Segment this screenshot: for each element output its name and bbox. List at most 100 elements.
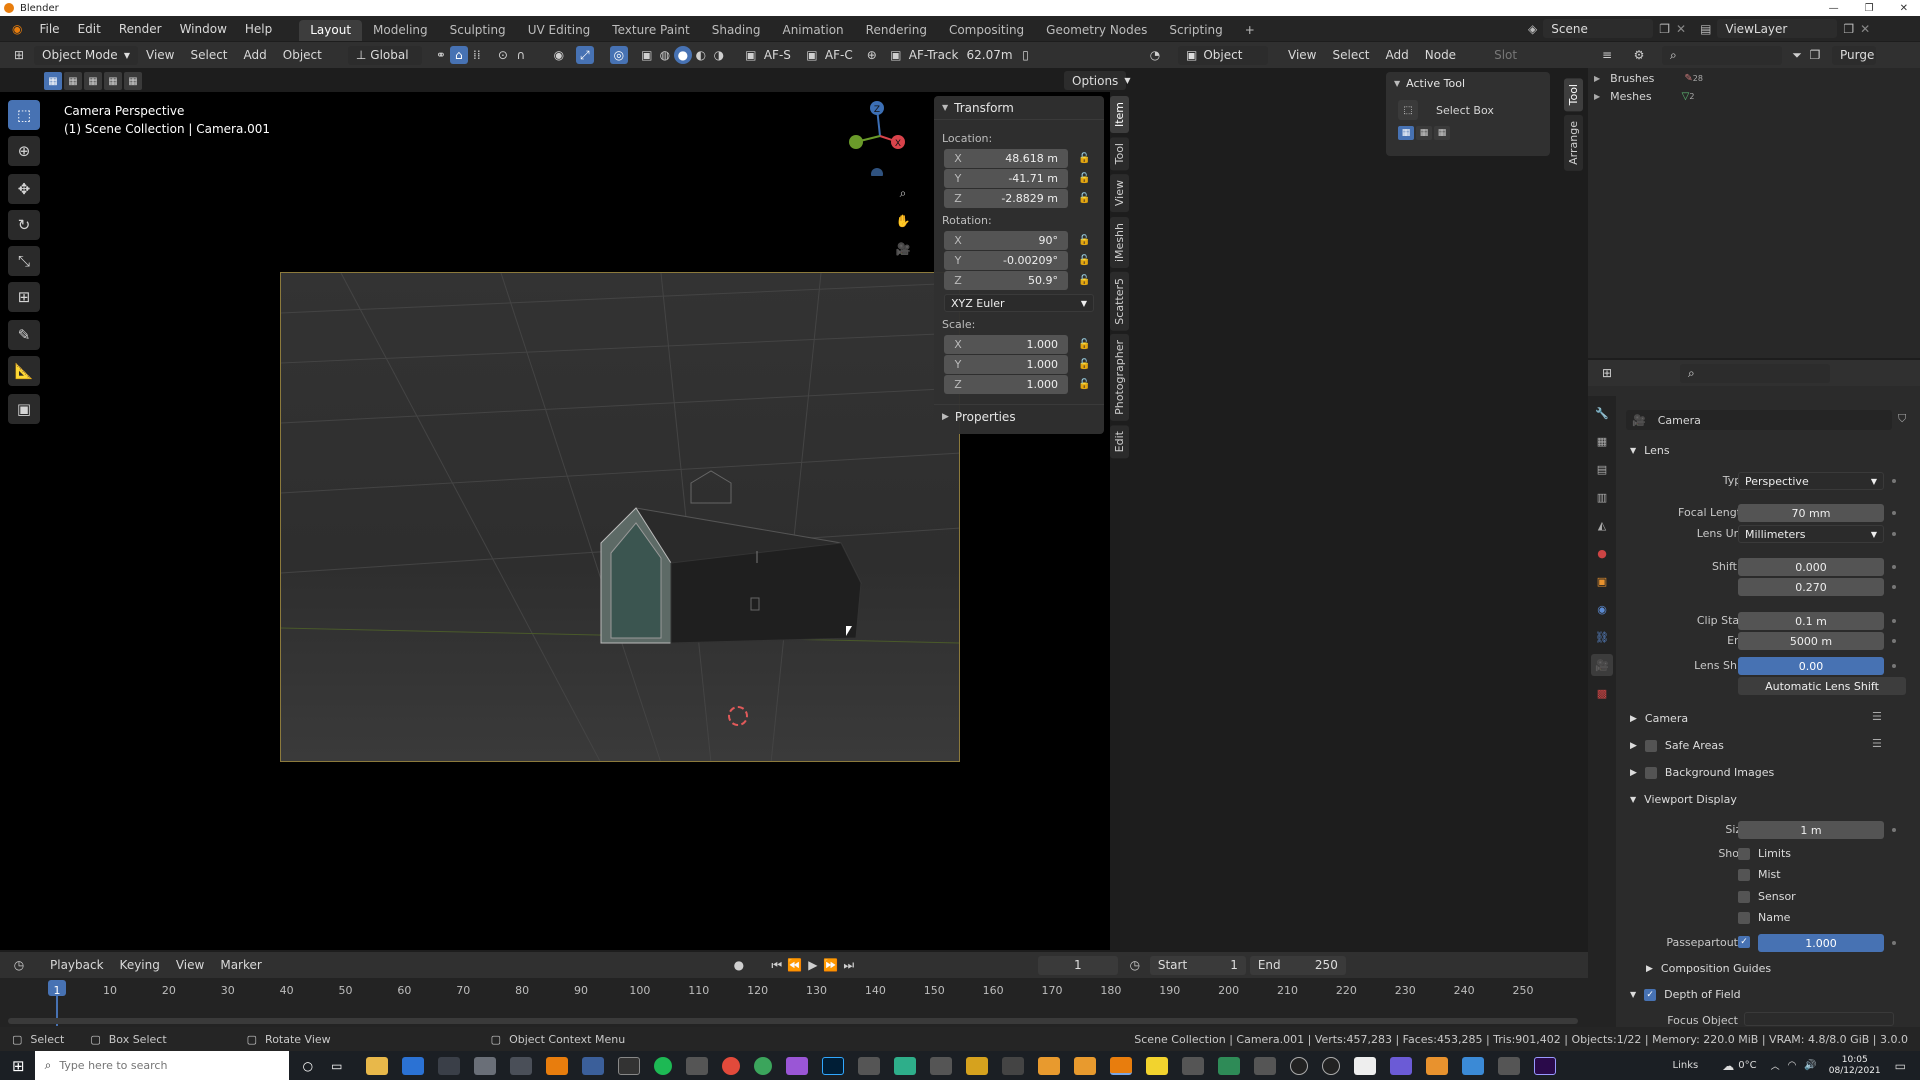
navigation-gizmo[interactable]: Z X [840,96,920,180]
scale-tool-icon[interactable]: ⤡ [8,246,40,276]
cortana-icon[interactable]: ○ [303,1059,313,1073]
select-subtract-icon[interactable]: ▦ [1434,126,1450,140]
display-mode-icon[interactable]: ⚙ [1630,46,1648,64]
tab-animation[interactable]: Animation [771,20,854,41]
timeline-scrollbar[interactable] [8,1018,1578,1024]
unreal-icon[interactable] [1290,1056,1309,1075]
zoom-icon[interactable]: ⌕ [894,184,912,202]
show-name-option[interactable]: Name [1738,911,1790,924]
select-extend-icon[interactable]: ▦ [1416,126,1432,140]
visibility-icon[interactable]: ◉ [550,46,568,64]
lens-section-header[interactable]: ▼ Lens [1630,444,1670,457]
transform-orientation-dropdown[interactable]: ⊥ Global [347,45,422,65]
solid-shading-icon[interactable]: ● [673,46,692,64]
new-view-layer-icon[interactable]: ❐ [1843,22,1854,36]
select-intersect-icon[interactable]: ▦ [124,72,142,90]
blender-taskbar-icon[interactable] [1110,1056,1133,1075]
links-toolbar[interactable]: Links [1673,1060,1699,1071]
timeline[interactable]: ◷ Playback Keying View Marker ● ⏮ ⏪ ▶ ⏩ … [0,952,1588,1027]
add-workspace-button[interactable]: + [1234,20,1266,41]
tab-geometry-nodes[interactable]: Geometry Nodes [1035,20,1158,41]
lock-icon[interactable]: 🔓 [1078,235,1090,247]
app-icon[interactable] [1218,1056,1241,1075]
app-icon[interactable] [1002,1056,1025,1075]
spotify-icon[interactable] [654,1056,673,1075]
sidebar-tab-item[interactable]: Item [1110,96,1129,134]
physics-properties-icon[interactable]: ◉ [1591,598,1613,620]
app-icon[interactable] [858,1056,881,1075]
viewport-menu-view[interactable]: View [138,48,182,62]
outliner[interactable]: ▶ Brushes ✎ 28 ▶ Meshes ▽ 2 [1588,68,1920,358]
outliner-item-meshes[interactable]: ▶ Meshes ▽ 2 [1594,90,1694,103]
camera-data-properties-icon[interactable]: 🎥 [1591,654,1613,676]
lock-icon[interactable]: 🔓 [1078,379,1090,391]
scale-z-field[interactable]: Z 1.000 [944,375,1068,394]
clock[interactable]: 10:05 08/12/2021 [1829,1055,1881,1077]
xray-icon[interactable]: ▣ [638,46,656,64]
passepartout-checkbox[interactable]: ✓ [1738,936,1750,948]
clip-end-field[interactable]: 5000 m [1738,632,1884,650]
rotation-mode-dropdown[interactable]: XYZ Euler ▼ [944,294,1094,312]
node-menu-select[interactable]: Select [1324,48,1377,62]
sidebar-toggle-icon[interactable]: ▯ [1017,46,1035,64]
lock-icon[interactable]: 🔓 [1078,275,1090,287]
rotation-z-field[interactable]: Z 50.9° [944,271,1068,290]
proportional-edit-icon[interactable]: ⊙ [494,46,512,64]
focal-length-field[interactable]: 70 mm [1738,504,1884,522]
editor-type-icon[interactable]: ⊞ [10,46,28,64]
sidebar-tab-view[interactable]: View [1110,174,1129,213]
rotation-x-field[interactable]: X 90° [944,231,1068,250]
file-explorer-icon[interactable] [366,1056,389,1075]
app-icon[interactable] [582,1056,605,1075]
limits-checkbox[interactable] [1738,847,1750,860]
viewport-menu-add[interactable]: Add [236,48,275,62]
shift-y-field[interactable]: 0.270 [1738,578,1884,596]
show-limits-option[interactable]: Limits [1738,847,1791,860]
app-icon[interactable] [894,1056,917,1075]
tab-texture-paint[interactable]: Texture Paint [601,20,700,41]
app-icon[interactable] [1426,1056,1449,1075]
maximize-icon[interactable]: ❐ [1865,3,1874,14]
camera-view-icon[interactable]: 🎥 [894,240,912,258]
output-properties-icon[interactable]: ▤ [1591,458,1613,480]
sidebar-tab-tool[interactable]: Tool [1110,137,1129,171]
rotation-y-field[interactable]: Y -0.00209° [944,251,1068,270]
cursor-tool-icon[interactable]: ⊕ [8,136,40,166]
keyframe-dot[interactable] [1892,941,1896,945]
focus-object-field[interactable] [1744,1012,1894,1026]
location-x-field[interactable]: X 48.618 m [944,149,1068,168]
shift-x-field[interactable]: 0.000 [1738,558,1884,576]
falloff-icon[interactable]: ∩ [512,46,530,64]
snap-icon[interactable]: ⌂ [449,46,468,64]
taskbar-search-input[interactable] [59,1059,260,1072]
app-icon[interactable] [1074,1056,1097,1075]
chevron-down-icon[interactable]: ▼ [1394,79,1400,88]
options-dropdown[interactable]: Options ▼ [1064,71,1130,90]
af-track-button[interactable]: AF-Track [905,48,963,62]
editor-type-icon[interactable]: ◔ [1146,46,1164,64]
node-object-dropdown[interactable]: ▣ Object [1178,45,1268,65]
render-properties-icon[interactable]: ▦ [1591,430,1613,452]
sidebar-tab-scatter5[interactable]: Scatter5 [1110,271,1129,331]
view-layer-properties-icon[interactable]: ▥ [1591,486,1613,508]
close-icon[interactable]: ✕ [1900,3,1908,14]
fake-user-icon[interactable]: ⛉ [1898,412,1906,426]
select-new-icon[interactable]: ▦ [1398,126,1414,140]
app-icon[interactable] [1390,1056,1413,1075]
properties-subpanel[interactable]: ▶ Properties [934,404,1104,428]
automatic-lens-shift-button[interactable]: Automatic Lens Shift [1738,677,1906,695]
preset-list-icon[interactable]: ☰ [1872,710,1882,723]
wifi-icon[interactable]: ◠ [1788,1060,1797,1071]
lens-type-dropdown[interactable]: Perspective ▼ [1738,472,1884,490]
app-icon[interactable] [618,1056,641,1075]
timeline-ruler[interactable]: 1 10 20 30 40 50 60 70 80 90 100 110 120 130 140 150 160… [0,952,1588,1027]
select-invert-icon[interactable]: ▦ [104,72,122,90]
menu-edit[interactable]: Edit [69,22,110,36]
task-view-icon[interactable]: ▭ [331,1059,342,1073]
wireframe-shading-icon[interactable]: ◍ [656,46,674,64]
overlay-icon[interactable]: ◎ [609,46,628,64]
outliner-item-brushes[interactable]: ▶ Brushes ✎ 28 [1594,72,1703,85]
show-sensor-option[interactable]: Sensor [1738,890,1796,903]
keyframe-dot[interactable] [1892,479,1896,483]
material-shading-icon[interactable]: ◐ [692,46,710,64]
